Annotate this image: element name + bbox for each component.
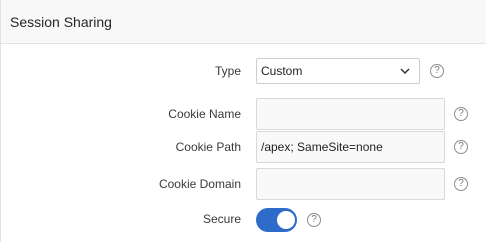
cookie-domain-field[interactable] bbox=[256, 168, 445, 200]
panel-header: Session Sharing bbox=[1, 0, 486, 44]
cookie-path-label: Cookie Path bbox=[175, 140, 241, 154]
session-sharing-panel: Session Sharing Type Custom ? Cookie Nam… bbox=[0, 0, 486, 242]
help-icon[interactable]: ? bbox=[454, 107, 468, 121]
cookie-path-field[interactable]: /apex; SameSite=none bbox=[256, 131, 445, 163]
toggle-knob bbox=[277, 211, 295, 229]
help-icon[interactable]: ? bbox=[430, 64, 444, 78]
help-icon[interactable]: ? bbox=[307, 213, 321, 227]
cookie-path-row: Cookie Path /apex; SameSite=none ? bbox=[1, 131, 486, 163]
cookie-name-row: Cookie Name ? bbox=[1, 98, 486, 130]
secure-label: Secure bbox=[202, 212, 241, 226]
help-icon[interactable]: ? bbox=[454, 140, 468, 154]
panel-title: Session Sharing bbox=[10, 14, 112, 30]
secure-row: Secure ? bbox=[1, 203, 486, 235]
cookie-name-field[interactable] bbox=[256, 98, 445, 130]
cookie-domain-row: Cookie Domain ? bbox=[1, 168, 486, 200]
type-row: Type Custom ? bbox=[1, 58, 486, 90]
type-select[interactable]: Custom bbox=[256, 58, 420, 84]
type-label: Type bbox=[214, 64, 241, 78]
secure-toggle[interactable] bbox=[256, 208, 297, 232]
help-icon[interactable]: ? bbox=[454, 177, 468, 191]
type-value: Custom bbox=[261, 64, 303, 78]
cookie-domain-label: Cookie Domain bbox=[158, 177, 241, 191]
cookie-path-value: /apex; SameSite=none bbox=[261, 140, 383, 154]
cookie-name-label: Cookie Name bbox=[168, 107, 241, 121]
chevron-down-icon bbox=[400, 68, 410, 75]
